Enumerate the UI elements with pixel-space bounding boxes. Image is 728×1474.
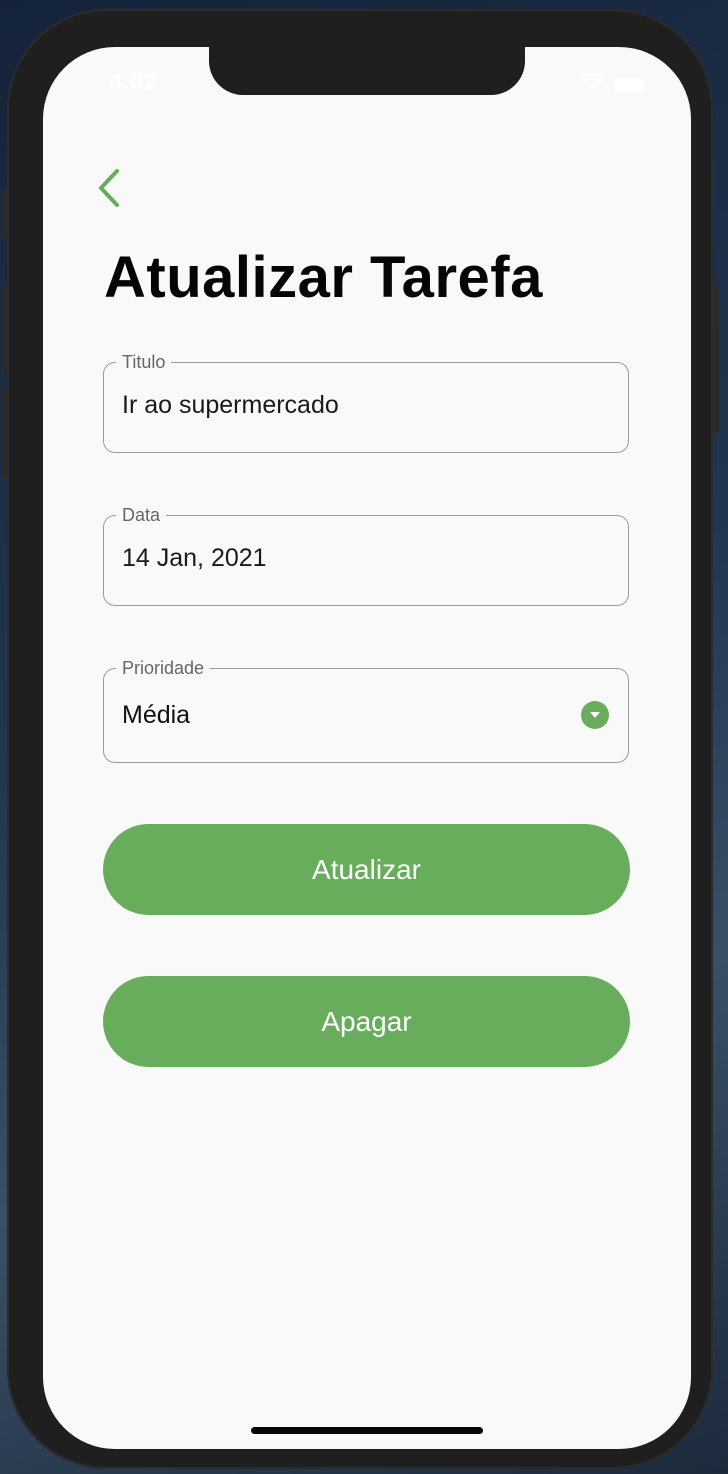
battery-icon bbox=[615, 77, 645, 92]
prioridade-dropdown[interactable]: Prioridade Média bbox=[103, 657, 629, 763]
titulo-field[interactable]: Titulo bbox=[103, 351, 629, 453]
wifi-icon bbox=[580, 72, 606, 96]
dropdown-arrow-icon[interactable] bbox=[581, 701, 609, 729]
prioridade-label: Prioridade bbox=[116, 657, 211, 679]
phone-frame: 4:02 Atualizar Tarefa Titulo Ir ao super… bbox=[1, 9, 719, 1469]
side-button-silent bbox=[1, 189, 7, 239]
side-button-power bbox=[713, 284, 719, 434]
side-button-volume-up bbox=[1, 284, 7, 374]
update-button[interactable]: Atualizar bbox=[103, 824, 630, 915]
chevron-left-icon bbox=[95, 168, 121, 213]
data-input[interactable] bbox=[122, 544, 562, 573]
status-icons bbox=[580, 72, 645, 96]
notch bbox=[209, 47, 525, 95]
titulo-label: Titulo bbox=[116, 351, 172, 373]
titulo-input[interactable] bbox=[122, 391, 562, 420]
side-button-volume-down bbox=[1, 389, 7, 479]
delete-button[interactable]: Apagar bbox=[103, 976, 630, 1067]
page-title: Atualizar Tarefa bbox=[104, 245, 543, 310]
back-button[interactable] bbox=[95, 165, 139, 215]
data-field[interactable]: Data bbox=[103, 504, 629, 606]
prioridade-selected-value: Média bbox=[122, 701, 191, 729]
status-time: 4:02 bbox=[109, 69, 158, 96]
home-indicator[interactable] bbox=[251, 1427, 483, 1434]
app-screen: 4:02 Atualizar Tarefa Titulo Ir ao super… bbox=[43, 47, 691, 1449]
data-label: Data bbox=[116, 504, 167, 526]
